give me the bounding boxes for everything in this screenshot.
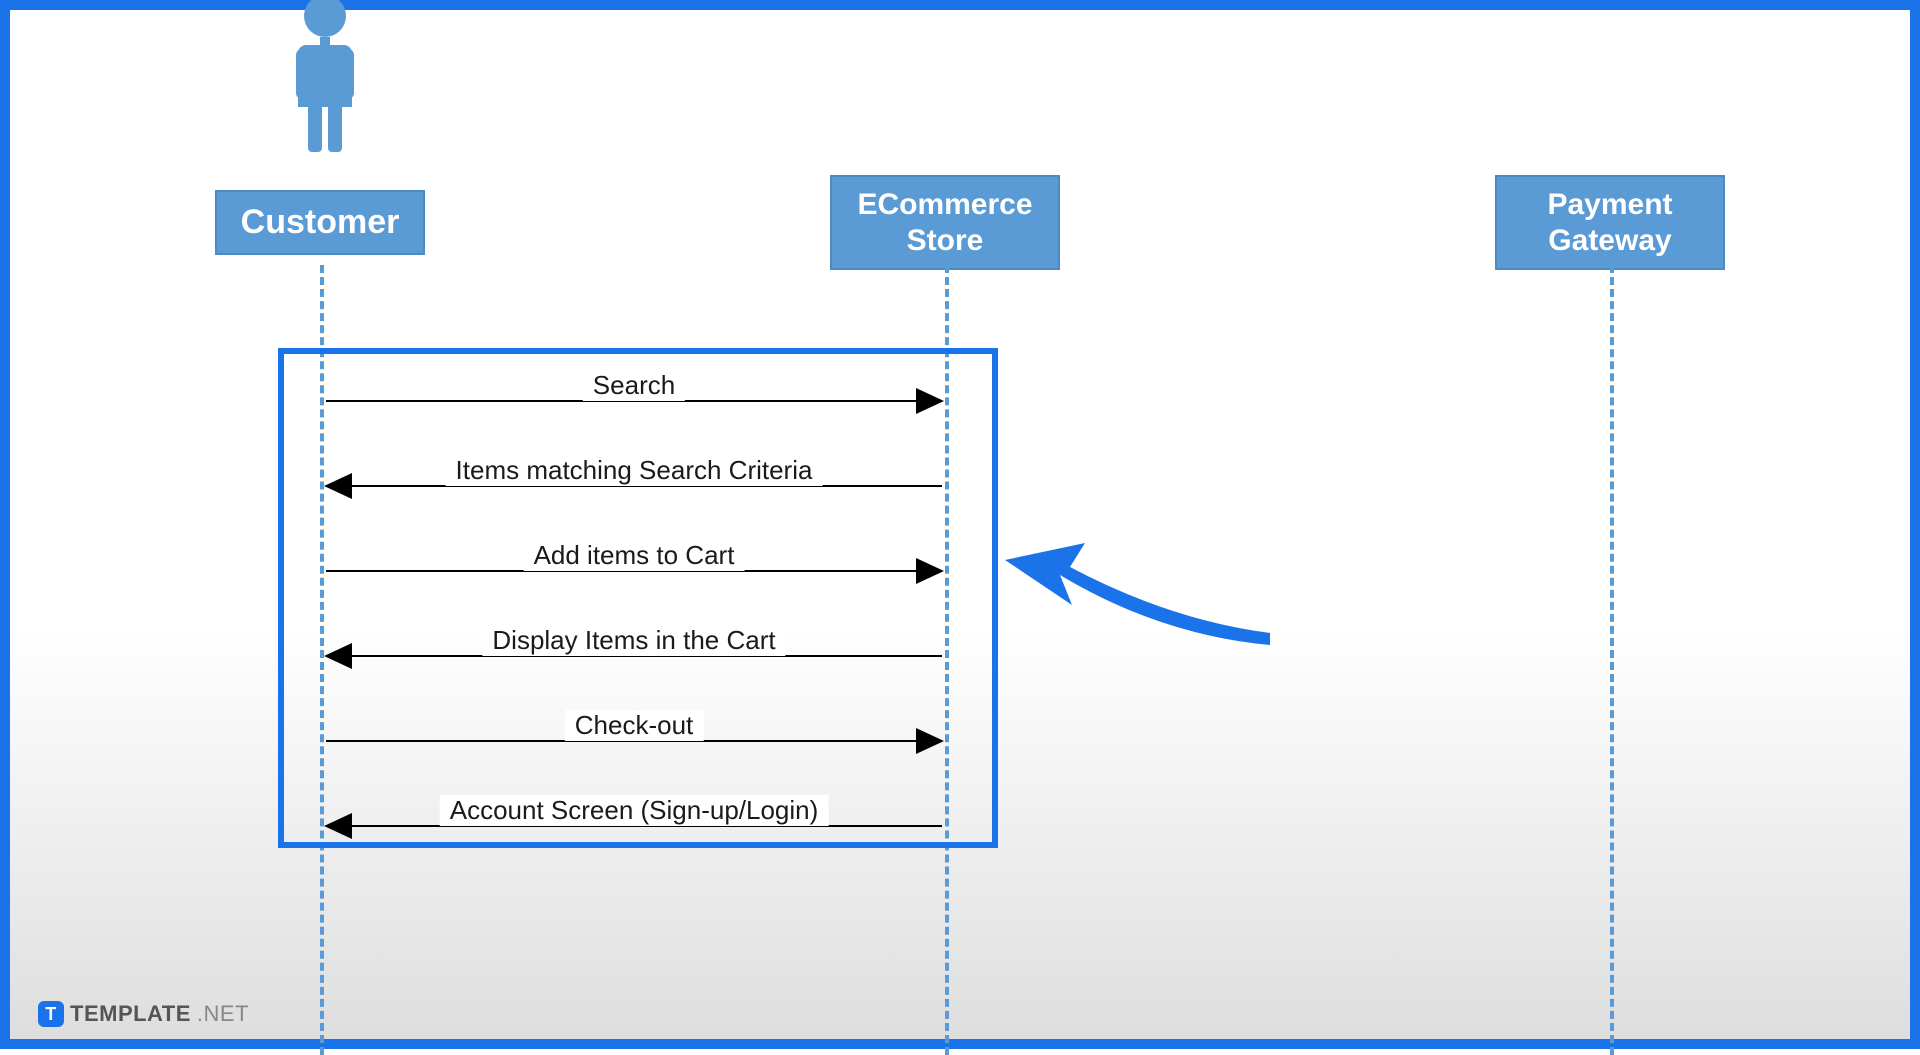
- message-add-to-cart: Add items to Cart: [326, 570, 942, 572]
- participant-customer: Customer: [215, 190, 425, 255]
- lifeline-gateway: [1610, 265, 1614, 1055]
- message-account-screen: Account Screen (Sign-up/Login): [326, 825, 942, 827]
- message-search: Search: [326, 400, 942, 402]
- participant-store-label-2: Store: [857, 223, 1032, 259]
- participant-gateway-label-1: Payment: [1547, 187, 1672, 223]
- participant-store-label-1: ECommerce: [857, 187, 1032, 223]
- logo-name: TEMPLATE: [70, 1001, 191, 1027]
- message-search-label: Search: [583, 370, 685, 401]
- participant-gateway-label-2: Gateway: [1547, 223, 1672, 259]
- customer-actor-icon: [290, 0, 360, 155]
- message-account-screen-label: Account Screen (Sign-up/Login): [440, 795, 829, 826]
- participant-store: ECommerce Store: [830, 175, 1060, 270]
- message-display-cart: Display Items in the Cart: [326, 655, 942, 657]
- message-checkout-label: Check-out: [565, 710, 704, 741]
- template-net-logo: T TEMPLATE.NET: [38, 1001, 249, 1027]
- participant-customer-label: Customer: [241, 202, 400, 243]
- message-add-to-cart-label: Add items to Cart: [524, 540, 745, 571]
- participant-gateway: Payment Gateway: [1495, 175, 1725, 270]
- sequence-diagram: Customer ECommerce Store Payment Gateway…: [10, 10, 1910, 1039]
- logo-badge-icon: T: [38, 1001, 64, 1027]
- message-search-results-label: Items matching Search Criteria: [446, 455, 823, 486]
- highlight-selection-box: [278, 348, 998, 848]
- message-display-cart-label: Display Items in the Cart: [482, 625, 785, 656]
- message-search-results: Items matching Search Criteria: [326, 485, 942, 487]
- callout-arrow-icon: [1000, 535, 1280, 655]
- logo-suffix: .NET: [197, 1001, 249, 1027]
- message-checkout: Check-out: [326, 740, 942, 742]
